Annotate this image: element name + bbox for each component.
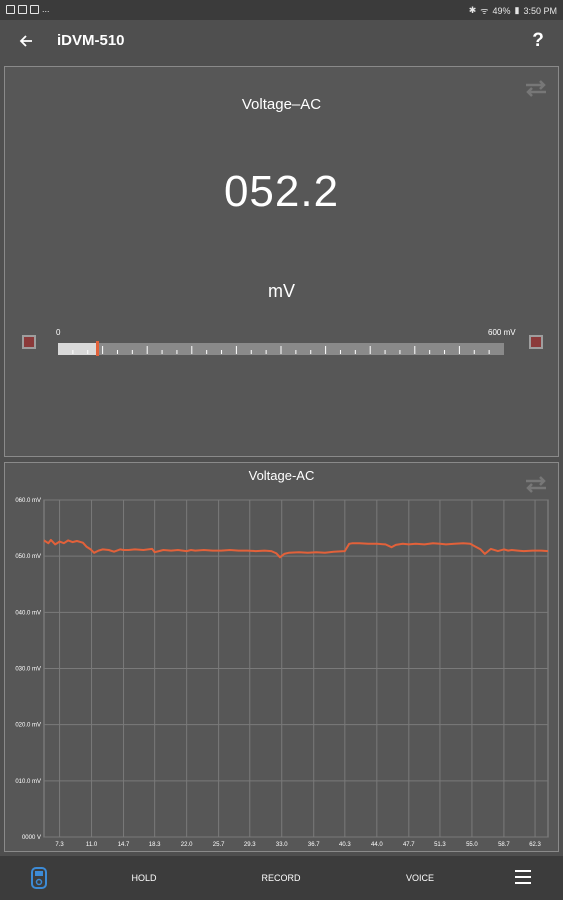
- measurement-mode: Voltage–AC: [241, 96, 322, 113]
- x-tick-label: 36.7: [308, 842, 320, 848]
- x-tick-label: 51.3: [434, 842, 446, 848]
- chart-title: Voltage-AC: [248, 468, 315, 483]
- back-button[interactable]: [14, 29, 38, 53]
- level-bar-ticks: [72, 346, 490, 354]
- wifi-icon: ᯤ: [480, 6, 489, 16]
- y-tick-label: 030.0 mV: [15, 667, 41, 673]
- y-tick-label: 060.0 mV: [15, 498, 41, 504]
- x-tick-label: 33.0: [276, 842, 288, 848]
- help-button[interactable]: ?: [527, 29, 549, 53]
- x-tick-label: 58.7: [498, 842, 510, 848]
- voice-button[interactable]: VOICE: [394, 856, 446, 900]
- swap-arrows-icon[interactable]: [524, 79, 548, 97]
- x-tick-label: 14.7: [118, 842, 130, 848]
- download-icon: [6, 4, 15, 14]
- voltage-chart: 060.0 mV 050.0 mV 040.0 mV 030.0 mV 020.0 mV…: [15, 498, 549, 848]
- hold-button[interactable]: HOLD: [118, 856, 170, 900]
- range-down-button[interactable]: [22, 335, 36, 349]
- y-tick-label: 020.0 mV: [15, 723, 41, 729]
- range-min-label: 0: [56, 328, 61, 337]
- app-title: iDVM-510: [57, 32, 125, 49]
- x-tick-label: 7.3: [55, 842, 64, 848]
- bottom-nav: HOLD RECORD VOICE: [0, 856, 563, 900]
- x-tick-label: 18.3: [149, 842, 161, 848]
- y-tick-label: 0000 V: [22, 835, 41, 841]
- swap-arrows-icon[interactable]: [524, 475, 548, 493]
- battery-percent: 49%: [492, 5, 511, 16]
- more-notifications: ...: [42, 4, 50, 14]
- level-bar: [58, 341, 504, 356]
- range-max-label: 600 mV: [488, 328, 516, 337]
- level-bar-marker: [95, 341, 99, 356]
- meter-reading: 052.2: [223, 167, 340, 216]
- x-tick-label: 11.0: [86, 842, 98, 848]
- arrow-left-icon: [19, 35, 32, 47]
- meter-unit: mV: [268, 281, 295, 301]
- x-tick-label: 47.7: [403, 842, 415, 848]
- x-tick-label: 29.3: [244, 842, 256, 848]
- meter-device-icon[interactable]: [31, 867, 47, 889]
- x-tick-label: 25.7: [213, 842, 225, 848]
- hamburger-menu-icon[interactable]: [515, 870, 531, 884]
- bluetooth-icon: ✱: [468, 5, 477, 15]
- gallery-icon: [30, 4, 39, 14]
- status-notifications: ...: [6, 4, 50, 14]
- range-up-button[interactable]: [529, 335, 543, 349]
- x-tick-label: 55.0: [466, 842, 478, 848]
- x-tick-label: 62.3: [529, 842, 541, 848]
- battery-icon: ▮: [514, 5, 520, 15]
- clock: 3:50 PM: [523, 5, 557, 16]
- x-tick-label: 40.3: [339, 842, 351, 848]
- y-tick-label: 040.0 mV: [15, 610, 41, 616]
- x-tick-label: 44.0: [371, 842, 383, 848]
- status-bar: ... ✱ ᯤ 49% ▮ 3:50 PM: [0, 0, 563, 20]
- app-bar: iDVM-510 ?: [0, 20, 563, 62]
- y-tick-label: 010.0 mV: [15, 779, 41, 785]
- chart-panel: 060.0 mV 050.0 mV 040.0 mV 030.0 mV 020.0 mV…: [4, 462, 559, 852]
- record-button[interactable]: RECORD: [252, 856, 310, 900]
- status-indicators: ✱ ᯤ 49% ▮ 3:50 PM: [469, 4, 557, 17]
- meter-panel: Voltage–AC 052.2 mV 0 600 mV: [4, 66, 559, 457]
- image-icon: [18, 4, 27, 14]
- x-tick-label: 22.0: [181, 842, 193, 848]
- y-tick-label: 050.0 mV: [15, 554, 41, 560]
